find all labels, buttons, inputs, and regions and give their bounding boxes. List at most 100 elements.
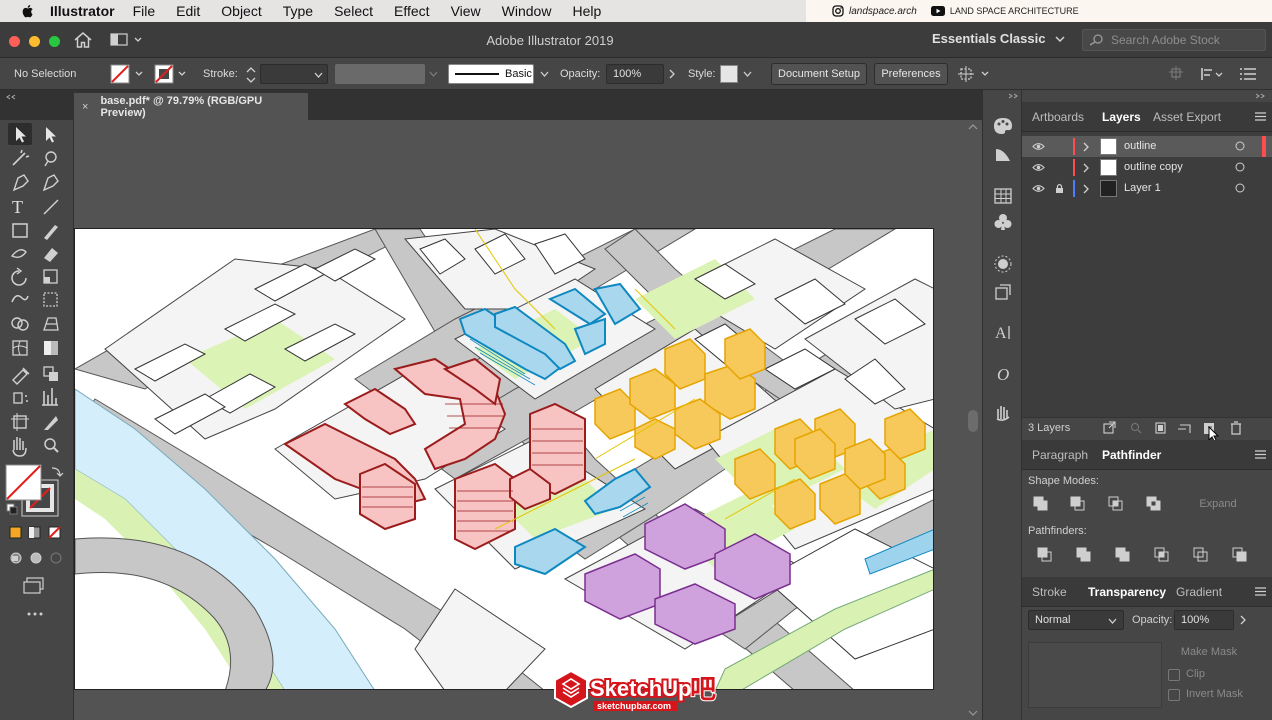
opacity-field[interactable]: 100%	[1174, 610, 1234, 630]
target-icon[interactable]	[1235, 183, 1245, 193]
scroll-up-icon[interactable]	[968, 124, 978, 130]
drawing-mode-buttons[interactable]	[6, 548, 62, 568]
quick-actions-icon[interactable]	[958, 65, 990, 83]
tab-gradient[interactable]: Gradient	[1176, 585, 1222, 599]
type-tool[interactable]	[8, 196, 30, 218]
curvature-tool[interactable]	[40, 172, 62, 194]
layers-footer-actions[interactable]	[1102, 421, 1262, 435]
stroke-weight-stepper[interactable]	[245, 66, 257, 84]
align-icon[interactable]	[1168, 66, 1264, 82]
artboard[interactable]	[74, 228, 934, 690]
mesh-tool[interactable]	[8, 338, 30, 360]
brush-definition-field[interactable]: Basic	[448, 64, 534, 84]
close-tab-button[interactable]: ×	[82, 101, 88, 113]
menu-edit[interactable]: Edit	[176, 3, 200, 19]
menu-window[interactable]: Window	[502, 3, 552, 19]
clip-checkbox[interactable]	[1168, 669, 1180, 681]
eraser-tool[interactable]	[40, 244, 62, 266]
puppet-warp-icon[interactable]	[993, 402, 1013, 422]
rectangle-tool[interactable]	[8, 220, 30, 242]
artboard-tool[interactable]	[8, 410, 30, 432]
pathfinder-buttons[interactable]	[1036, 546, 1256, 564]
collapse-toolbar-icon[interactable]	[5, 94, 17, 100]
tab-paragraph[interactable]: Paragraph	[1032, 448, 1088, 462]
shape-builder-tool[interactable]	[8, 314, 30, 336]
collapse-panels-icon[interactable]	[1007, 93, 1019, 99]
menu-view[interactable]: View	[451, 3, 481, 19]
opentype-icon[interactable]: O	[993, 364, 1013, 384]
shape-mode-buttons[interactable]	[1032, 495, 1172, 513]
document-tab[interactable]: × base.pdf* @ 79.79% (RGB/GPU Preview)	[74, 93, 308, 120]
panel-menu-icon[interactable]	[1255, 450, 1266, 459]
tab-transparency[interactable]: Transparency	[1088, 585, 1166, 599]
column-graph-tool[interactable]	[40, 386, 62, 408]
menu-object[interactable]: Object	[221, 3, 261, 19]
warp-tool[interactable]	[8, 290, 30, 312]
stroke-weight-field[interactable]	[260, 64, 328, 84]
blob-brush-tool[interactable]	[8, 244, 30, 266]
vertical-scrollbar[interactable]	[964, 120, 982, 720]
symbols-icon[interactable]	[993, 212, 1013, 232]
workspace-switcher[interactable]: Essentials Classic	[932, 31, 1065, 46]
character-icon[interactable]: A	[993, 322, 1013, 342]
screen-mode-button[interactable]	[22, 574, 44, 596]
target-icon[interactable]	[1235, 141, 1245, 151]
transform-icon[interactable]	[993, 282, 1013, 302]
menu-effect[interactable]: Effect	[394, 3, 430, 19]
hand-tool[interactable]	[8, 434, 30, 456]
lasso-tool[interactable]	[40, 148, 62, 170]
layer-row-outline-copy[interactable]: outline copy	[1022, 157, 1272, 178]
chevron-right-icon[interactable]	[1083, 142, 1089, 152]
chevron-right-icon[interactable]	[1083, 163, 1089, 173]
visibility-eye-icon[interactable]	[1032, 184, 1045, 193]
collapse-dock-icon[interactable]	[1254, 93, 1266, 99]
apple-icon[interactable]	[20, 3, 36, 19]
stroke-swatch[interactable]	[154, 64, 190, 84]
chevron-right-icon[interactable]	[669, 69, 675, 79]
blend-tool[interactable]	[40, 362, 62, 384]
tab-pathfinder[interactable]: Pathfinder	[1102, 448, 1161, 462]
variable-width-profile[interactable]	[335, 64, 425, 84]
selection-tool[interactable]	[8, 123, 32, 145]
tab-asset-export[interactable]: Asset Export	[1153, 110, 1221, 124]
pen-tool[interactable]	[8, 172, 30, 194]
perspective-grid-tool[interactable]	[40, 314, 62, 336]
layer-row-layer-1[interactable]: Layer 1	[1022, 178, 1272, 199]
chevron-right-icon[interactable]	[1240, 615, 1246, 625]
magic-wand-tool[interactable]	[8, 148, 30, 170]
tab-layers[interactable]: Layers	[1102, 110, 1141, 124]
visibility-eye-icon[interactable]	[1032, 142, 1045, 151]
swatches-icon[interactable]	[993, 186, 1013, 206]
fill-stroke-control[interactable]	[6, 465, 58, 517]
slice-tool[interactable]	[40, 410, 62, 432]
scroll-thumb[interactable]	[968, 410, 978, 432]
panel-menu-icon[interactable]	[1255, 112, 1266, 121]
rotate-tool[interactable]	[8, 266, 30, 288]
color-panel-icon[interactable]	[993, 116, 1013, 136]
symbol-sprayer-tool[interactable]	[8, 386, 30, 408]
scroll-down-icon[interactable]	[968, 710, 978, 716]
lock-icon[interactable]	[1055, 183, 1064, 194]
color-mode-buttons[interactable]	[6, 522, 62, 542]
menu-type[interactable]: Type	[283, 3, 313, 19]
free-transform-tool[interactable]	[40, 290, 62, 312]
chevron-right-icon[interactable]	[1083, 184, 1089, 194]
layer-row-outline[interactable]: outline	[1022, 136, 1272, 157]
document-setup-button[interactable]: Document Setup	[771, 63, 867, 85]
canvas-area[interactable]	[74, 120, 964, 720]
app-menu[interactable]: Illustrator	[50, 3, 115, 19]
fill-swatch[interactable]	[110, 64, 150, 84]
zoom-tool[interactable]	[40, 434, 62, 456]
menu-help[interactable]: Help	[572, 3, 601, 19]
opacity-field[interactable]: 100%	[606, 64, 664, 84]
tab-stroke[interactable]: Stroke	[1032, 585, 1067, 599]
expand-button[interactable]: Expand	[1190, 494, 1246, 514]
menu-select[interactable]: Select	[334, 3, 373, 19]
direct-selection-tool[interactable]	[40, 123, 62, 145]
panel-menu-icon[interactable]	[1255, 587, 1266, 596]
color-guide-icon[interactable]	[993, 144, 1013, 164]
graphic-style-swatch[interactable]	[720, 65, 738, 83]
paintbrush-tool[interactable]	[40, 220, 62, 242]
visibility-eye-icon[interactable]	[1032, 163, 1045, 172]
appearance-icon[interactable]	[993, 254, 1013, 274]
